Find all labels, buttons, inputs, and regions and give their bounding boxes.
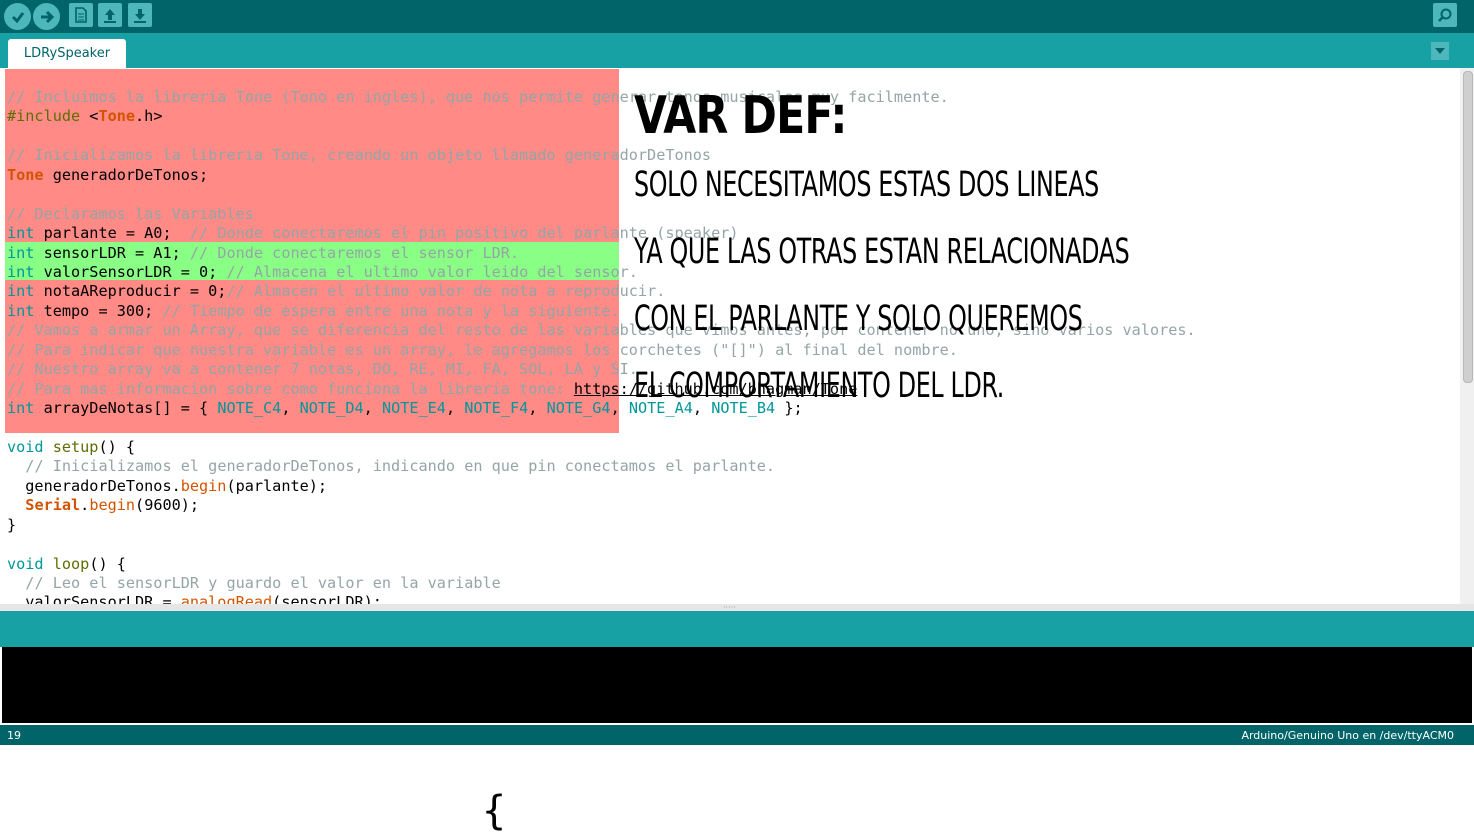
divider-grip-icon[interactable]: ····· bbox=[723, 604, 736, 612]
annotation-line: EL COMPORTAMIENTO DEL LDR. bbox=[634, 366, 1005, 406]
save-icon[interactable] bbox=[128, 3, 152, 27]
code-line[interactable]: generadorDeTonos.begin(parlante); bbox=[7, 477, 1196, 496]
code-line[interactable]: // Inicializamos el generadorDeTonos, in… bbox=[7, 457, 1196, 476]
pane-divider[interactable] bbox=[0, 604, 1474, 611]
open-icon[interactable] bbox=[98, 3, 122, 27]
board-port: Arduino/Genuino Uno en /dev/ttyACM0 bbox=[1241, 729, 1454, 742]
editor-scrollbar[interactable] bbox=[1460, 68, 1474, 604]
code-line[interactable]: valorSensorLDR = analogRead(sensorLDR); bbox=[7, 593, 1196, 604]
new-icon[interactable] bbox=[69, 3, 93, 27]
tab-ldryspeaker[interactable]: LDRySpeaker bbox=[8, 39, 126, 68]
verify-icon[interactable] bbox=[4, 3, 31, 30]
code-line[interactable]: Serial.begin(9600); bbox=[7, 496, 1196, 515]
tab-bar: LDRySpeaker bbox=[0, 33, 1474, 68]
annotation-line: SOLO NECESITAMOS ESTAS DOS LINEAS bbox=[634, 165, 1099, 205]
code-line[interactable] bbox=[7, 418, 1196, 437]
console-output bbox=[2, 647, 1472, 723]
message-area bbox=[0, 611, 1474, 647]
code-line[interactable] bbox=[7, 535, 1196, 554]
annotation-line: CON EL PARLANTE Y SOLO QUEREMOS bbox=[634, 299, 1083, 339]
upload-icon[interactable] bbox=[33, 3, 60, 30]
line-number: 19 bbox=[7, 729, 21, 742]
scrollbar-thumb[interactable] bbox=[1463, 71, 1473, 383]
code-line[interactable]: } bbox=[7, 516, 1196, 535]
handwritten-annotation: VAR DEF: SOLO NECESITAMOS ESTAS DOS LINE… bbox=[634, 80, 1363, 420]
annotation-line: YA QUE LAS OTRAS ESTAN RELACIONADAS bbox=[634, 232, 1130, 272]
status-bar: 19 Arduino/Genuino Uno en /dev/ttyACM0 bbox=[0, 725, 1474, 745]
code-line[interactable]: void setup() { bbox=[7, 438, 1196, 457]
code-line[interactable]: // Leo el sensorLDR y guardo el valor en… bbox=[7, 574, 1196, 593]
tab-menu-chevron-icon[interactable] bbox=[1431, 42, 1449, 60]
code-line[interactable]: void loop() { bbox=[7, 555, 1196, 574]
magnifier-icon[interactable] bbox=[1433, 3, 1457, 27]
annotation-title: VAR DEF: bbox=[634, 86, 847, 146]
brace-text: { bbox=[482, 788, 507, 834]
toolbar bbox=[0, 0, 1474, 33]
